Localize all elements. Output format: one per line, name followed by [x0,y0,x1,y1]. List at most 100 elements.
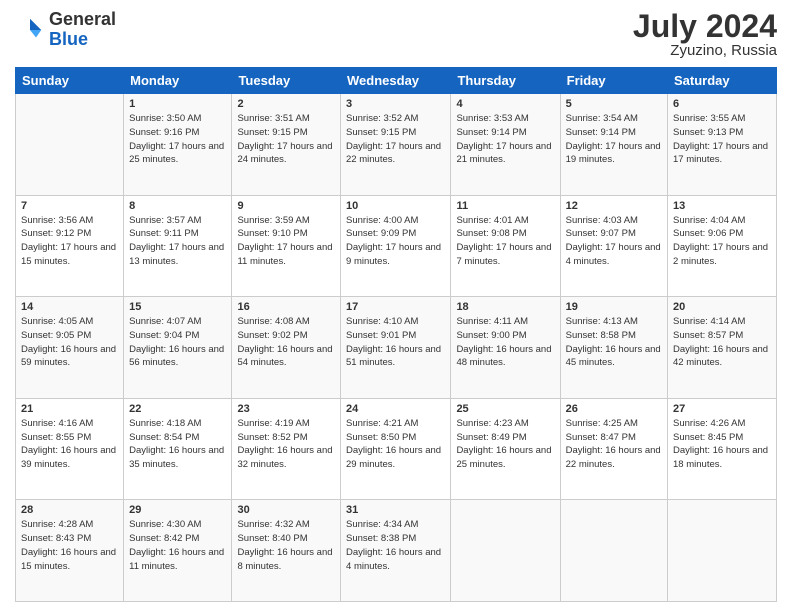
day-number: 21 [21,403,118,415]
day-number: 7 [21,200,118,212]
calendar-cell: 5 Sunrise: 3:54 AMSunset: 9:14 PMDayligh… [560,94,667,196]
sun-info: Sunrise: 4:19 AMSunset: 8:52 PMDaylight:… [237,418,332,470]
day-number: 16 [237,301,335,313]
calendar-cell: 29 Sunrise: 4:30 AMSunset: 8:42 PMDaylig… [124,500,232,602]
day-number: 15 [129,301,226,313]
calendar-cell [668,500,777,602]
week-row-5: 28 Sunrise: 4:28 AMSunset: 8:43 PMDaylig… [16,500,777,602]
sun-info: Sunrise: 3:50 AMSunset: 9:16 PMDaylight:… [129,113,224,165]
col-thursday: Thursday [451,68,560,94]
day-number: 27 [673,403,771,415]
calendar-cell: 31 Sunrise: 4:34 AMSunset: 8:38 PMDaylig… [341,500,451,602]
week-row-3: 14 Sunrise: 4:05 AMSunset: 9:05 PMDaylig… [16,297,777,399]
sun-info: Sunrise: 4:34 AMSunset: 8:38 PMDaylight:… [346,519,441,571]
calendar-cell: 3 Sunrise: 3:52 AMSunset: 9:15 PMDayligh… [341,94,451,196]
sun-info: Sunrise: 3:56 AMSunset: 9:12 PMDaylight:… [21,215,116,267]
day-number: 19 [566,301,662,313]
calendar-cell: 4 Sunrise: 3:53 AMSunset: 9:14 PMDayligh… [451,94,560,196]
sun-info: Sunrise: 4:01 AMSunset: 9:08 PMDaylight:… [456,215,551,267]
day-number: 22 [129,403,226,415]
sun-info: Sunrise: 4:14 AMSunset: 8:57 PMDaylight:… [673,316,768,368]
calendar-cell [451,500,560,602]
calendar-cell: 19 Sunrise: 4:13 AMSunset: 8:58 PMDaylig… [560,297,667,399]
calendar-cell: 27 Sunrise: 4:26 AMSunset: 8:45 PMDaylig… [668,398,777,500]
day-number: 20 [673,301,771,313]
sun-info: Sunrise: 3:52 AMSunset: 9:15 PMDaylight:… [346,113,441,165]
calendar-cell: 11 Sunrise: 4:01 AMSunset: 9:08 PMDaylig… [451,195,560,297]
sun-info: Sunrise: 4:13 AMSunset: 8:58 PMDaylight:… [566,316,661,368]
sun-info: Sunrise: 4:08 AMSunset: 9:02 PMDaylight:… [237,316,332,368]
sun-info: Sunrise: 4:23 AMSunset: 8:49 PMDaylight:… [456,418,551,470]
day-number: 9 [237,200,335,212]
sun-info: Sunrise: 4:26 AMSunset: 8:45 PMDaylight:… [673,418,768,470]
calendar-cell: 28 Sunrise: 4:28 AMSunset: 8:43 PMDaylig… [16,500,124,602]
sun-info: Sunrise: 4:03 AMSunset: 9:07 PMDaylight:… [566,215,661,267]
sun-info: Sunrise: 3:53 AMSunset: 9:14 PMDaylight:… [456,113,551,165]
week-row-4: 21 Sunrise: 4:16 AMSunset: 8:55 PMDaylig… [16,398,777,500]
header-row: Sunday Monday Tuesday Wednesday Thursday… [16,68,777,94]
sun-info: Sunrise: 4:32 AMSunset: 8:40 PMDaylight:… [237,519,332,571]
calendar-cell: 30 Sunrise: 4:32 AMSunset: 8:40 PMDaylig… [232,500,341,602]
calendar-cell: 24 Sunrise: 4:21 AMSunset: 8:50 PMDaylig… [341,398,451,500]
day-number: 5 [566,98,662,110]
sun-info: Sunrise: 4:28 AMSunset: 8:43 PMDaylight:… [21,519,116,571]
day-number: 23 [237,403,335,415]
sun-info: Sunrise: 3:51 AMSunset: 9:15 PMDaylight:… [237,113,332,165]
day-number: 4 [456,98,554,110]
calendar-cell: 2 Sunrise: 3:51 AMSunset: 9:15 PMDayligh… [232,94,341,196]
day-number: 26 [566,403,662,415]
calendar-cell: 18 Sunrise: 4:11 AMSunset: 9:00 PMDaylig… [451,297,560,399]
day-number: 13 [673,200,771,212]
day-number: 24 [346,403,445,415]
location: Zyuzino, Russia [633,42,777,59]
calendar-cell: 25 Sunrise: 4:23 AMSunset: 8:49 PMDaylig… [451,398,560,500]
title-area: July 2024 Zyuzino, Russia [633,10,777,59]
sun-info: Sunrise: 4:00 AMSunset: 9:09 PMDaylight:… [346,215,441,267]
day-number: 30 [237,504,335,516]
logo-text: General Blue [49,10,116,50]
day-number: 1 [129,98,226,110]
calendar-cell: 20 Sunrise: 4:14 AMSunset: 8:57 PMDaylig… [668,297,777,399]
logo-general: General [49,9,116,29]
calendar-cell: 6 Sunrise: 3:55 AMSunset: 9:13 PMDayligh… [668,94,777,196]
col-friday: Friday [560,68,667,94]
calendar-table: Sunday Monday Tuesday Wednesday Thursday… [15,67,777,602]
col-saturday: Saturday [668,68,777,94]
day-number: 25 [456,403,554,415]
logo-blue: Blue [49,29,88,49]
calendar-cell: 21 Sunrise: 4:16 AMSunset: 8:55 PMDaylig… [16,398,124,500]
day-number: 17 [346,301,445,313]
logo-icon [15,15,45,45]
logo: General Blue [15,10,116,50]
day-number: 14 [21,301,118,313]
day-number: 10 [346,200,445,212]
calendar-cell: 7 Sunrise: 3:56 AMSunset: 9:12 PMDayligh… [16,195,124,297]
sun-info: Sunrise: 3:57 AMSunset: 9:11 PMDaylight:… [129,215,224,267]
calendar-cell [16,94,124,196]
day-number: 2 [237,98,335,110]
sun-info: Sunrise: 3:55 AMSunset: 9:13 PMDaylight:… [673,113,768,165]
week-row-1: 1 Sunrise: 3:50 AMSunset: 9:16 PMDayligh… [16,94,777,196]
day-number: 11 [456,200,554,212]
calendar-cell [560,500,667,602]
calendar-cell: 15 Sunrise: 4:07 AMSunset: 9:04 PMDaylig… [124,297,232,399]
day-number: 3 [346,98,445,110]
day-number: 18 [456,301,554,313]
sun-info: Sunrise: 3:54 AMSunset: 9:14 PMDaylight:… [566,113,661,165]
sun-info: Sunrise: 4:04 AMSunset: 9:06 PMDaylight:… [673,215,768,267]
sun-info: Sunrise: 4:10 AMSunset: 9:01 PMDaylight:… [346,316,441,368]
calendar-cell: 23 Sunrise: 4:19 AMSunset: 8:52 PMDaylig… [232,398,341,500]
sun-info: Sunrise: 4:21 AMSunset: 8:50 PMDaylight:… [346,418,441,470]
sun-info: Sunrise: 4:25 AMSunset: 8:47 PMDaylight:… [566,418,661,470]
sun-info: Sunrise: 4:11 AMSunset: 9:00 PMDaylight:… [456,316,551,368]
header: General Blue July 2024 Zyuzino, Russia [15,10,777,59]
calendar-cell: 12 Sunrise: 4:03 AMSunset: 9:07 PMDaylig… [560,195,667,297]
day-number: 6 [673,98,771,110]
week-row-2: 7 Sunrise: 3:56 AMSunset: 9:12 PMDayligh… [16,195,777,297]
calendar-cell: 1 Sunrise: 3:50 AMSunset: 9:16 PMDayligh… [124,94,232,196]
calendar-cell: 26 Sunrise: 4:25 AMSunset: 8:47 PMDaylig… [560,398,667,500]
calendar-cell: 8 Sunrise: 3:57 AMSunset: 9:11 PMDayligh… [124,195,232,297]
calendar-cell: 9 Sunrise: 3:59 AMSunset: 9:10 PMDayligh… [232,195,341,297]
day-number: 28 [21,504,118,516]
sun-info: Sunrise: 4:16 AMSunset: 8:55 PMDaylight:… [21,418,116,470]
